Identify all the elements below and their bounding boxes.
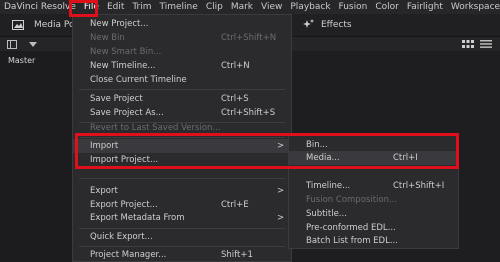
list-view-icon[interactable]: [480, 40, 492, 48]
menu-item-shortcut: Ctrl+N: [221, 61, 250, 71]
menu-item-label: Timeline...: [306, 181, 351, 191]
menu-item-shortcut: Shift+1: [221, 250, 253, 260]
submenu-item-subtitle[interactable]: Subtitle...: [289, 207, 458, 221]
menu-item-label: New Bin: [90, 33, 125, 43]
menu-item-label: Export: [90, 186, 118, 196]
master-bin[interactable]: Master: [8, 56, 35, 65]
menu-item-new-bin[interactable]: New Bin Ctrl+Shift+N: [73, 31, 291, 45]
menu-fusion[interactable]: Fusion: [335, 0, 372, 14]
submenu-item-fusion-composition[interactable]: Fusion Composition...: [289, 193, 458, 207]
sidebar-toggle-icon[interactable]: [7, 40, 17, 49]
submenu-item-preconformed-edl[interactable]: Pre-conformed EDL...: [289, 221, 458, 235]
menu-trim[interactable]: Trim: [128, 0, 155, 14]
menu-item-label: Quick Export...: [90, 232, 153, 242]
menu-item-shortcut: Ctrl+Shift+S: [221, 108, 276, 118]
menu-item-label: Batch List from EDL...: [306, 236, 398, 246]
menu-item-label: Fusion Composition...: [306, 195, 398, 205]
menu-item-label: Pre-conformed EDL...: [306, 223, 396, 233]
menu-playback[interactable]: Playback: [286, 0, 334, 14]
chevron-right-icon: >: [277, 186, 285, 196]
menu-fairlight[interactable]: Fairlight: [403, 0, 447, 14]
submenu-item-batch-list[interactable]: Batch List from EDL...: [289, 234, 458, 248]
menu-item-label: Export Metadata From: [90, 213, 185, 223]
menu-item-export-metadata[interactable]: Export Metadata From >: [73, 211, 291, 225]
menu-edit[interactable]: Edit: [103, 0, 128, 14]
menu-separator: [79, 246, 285, 247]
menu-item-shortcut: Ctrl+Shift+N: [221, 33, 277, 43]
chevron-down-icon[interactable]: [29, 42, 37, 47]
menu-item-new-timeline[interactable]: New Timeline... Ctrl+N: [73, 59, 291, 73]
app-menu[interactable]: DaVinci Resolve: [0, 0, 80, 14]
menu-separator: [79, 228, 285, 229]
submenu-item-timeline[interactable]: Timeline... Ctrl+Shift+I: [289, 179, 458, 193]
chevron-right-icon: >: [277, 213, 285, 223]
menu-item-export[interactable]: Export >: [73, 184, 291, 198]
menu-item-label: New Project...: [90, 19, 149, 29]
menu-separator: [79, 89, 285, 90]
menu-item-shortcut: Ctrl+E: [221, 200, 249, 210]
bin-list-panel: [0, 51, 76, 262]
menu-item-label: New Smart Bin...: [90, 47, 162, 57]
menu-item-save-project-as[interactable]: Save Project As... Ctrl+Shift+S: [73, 106, 291, 120]
menu-item-shortcut: Ctrl+S: [221, 94, 249, 104]
menu-view[interactable]: View: [257, 0, 286, 14]
menu-mark[interactable]: Mark: [227, 0, 257, 14]
menu-item-new-smart-bin[interactable]: New Smart Bin...: [73, 45, 291, 59]
menu-timeline[interactable]: Timeline: [156, 0, 202, 14]
menu-item-label: Project Manager...: [90, 250, 167, 260]
import-media-highlight-box: [75, 133, 459, 169]
grid-view-icon[interactable]: [462, 40, 474, 48]
menu-item-export-project[interactable]: Export Project... Ctrl+E: [73, 198, 291, 212]
menu-item-close-timeline[interactable]: Close Current Timeline: [73, 73, 291, 87]
effects-icon[interactable]: [302, 18, 316, 32]
menu-item-shortcut: Ctrl+Shift+I: [393, 181, 445, 191]
effects-label[interactable]: Effects: [321, 19, 352, 31]
menu-item-label: New Timeline...: [90, 61, 156, 71]
menu-item-quick-export[interactable]: Quick Export...: [73, 230, 291, 244]
menu-item-new-project[interactable]: New Project...: [73, 17, 291, 31]
menu-item-label: Close Current Timeline: [90, 75, 187, 85]
menu-item-label: Export Project...: [90, 200, 158, 210]
menu-item-project-manager[interactable]: Project Manager... Shift+1: [73, 248, 291, 262]
menu-item-label: Subtitle...: [306, 209, 347, 219]
menu-separator: [79, 178, 285, 179]
menu-item-label: Save Project As...: [90, 108, 164, 118]
menu-clip[interactable]: Clip: [202, 0, 227, 14]
file-menu-highlight-box: [69, 0, 98, 17]
menu-item-label: Save Project: [90, 94, 143, 104]
menu-color[interactable]: Color: [371, 0, 403, 14]
menu-item-save-project[interactable]: Save Project Ctrl+S: [73, 92, 291, 106]
menu-workspace[interactable]: Workspace: [447, 0, 500, 14]
media-pool-icon[interactable]: [12, 20, 24, 30]
